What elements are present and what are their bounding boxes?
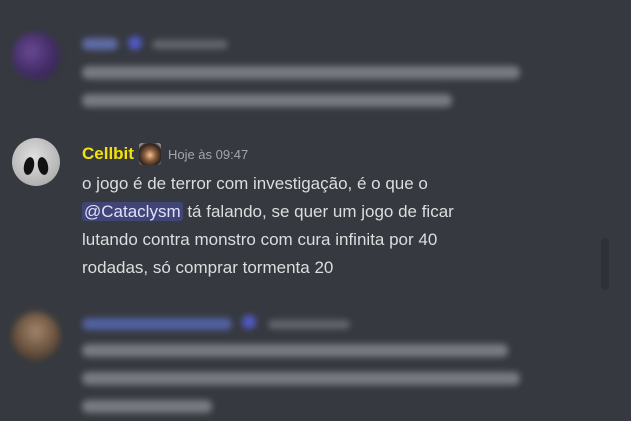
avatar-eye bbox=[22, 156, 36, 176]
avatar[interactable] bbox=[12, 138, 60, 186]
message-line: o jogo é de terror com investigação, é o… bbox=[82, 174, 428, 193]
verified-badge-icon bbox=[128, 36, 142, 50]
username[interactable]: Cellbit bbox=[82, 144, 134, 164]
chat-messages: Cellbit Hoje às 09:47 o jogo é de terror… bbox=[0, 0, 631, 421]
timestamp[interactable]: Hoje às 09:47 bbox=[168, 147, 248, 162]
avatar-eye bbox=[36, 156, 50, 176]
avatar[interactable] bbox=[12, 32, 60, 80]
verified-badge-icon bbox=[242, 315, 256, 329]
user-badge-icon[interactable] bbox=[138, 143, 161, 165]
scrollbar[interactable] bbox=[601, 238, 609, 290]
user-mention[interactable]: @Cataclysm bbox=[82, 202, 183, 221]
message-line: rodadas, só comprar tormenta 20 bbox=[82, 258, 334, 277]
message-header: Cellbit Hoje às 09:47 bbox=[82, 142, 248, 166]
message-content: o jogo é de terror com investigação, é o… bbox=[82, 170, 562, 282]
message-text: tá falando, se quer um jogo de ficar bbox=[182, 202, 454, 221]
message-line: lutando contra monstro com cura infinita… bbox=[82, 230, 438, 249]
message-line: @Cataclysm tá falando, se quer um jogo d… bbox=[82, 198, 562, 226]
avatar[interactable] bbox=[12, 312, 60, 360]
